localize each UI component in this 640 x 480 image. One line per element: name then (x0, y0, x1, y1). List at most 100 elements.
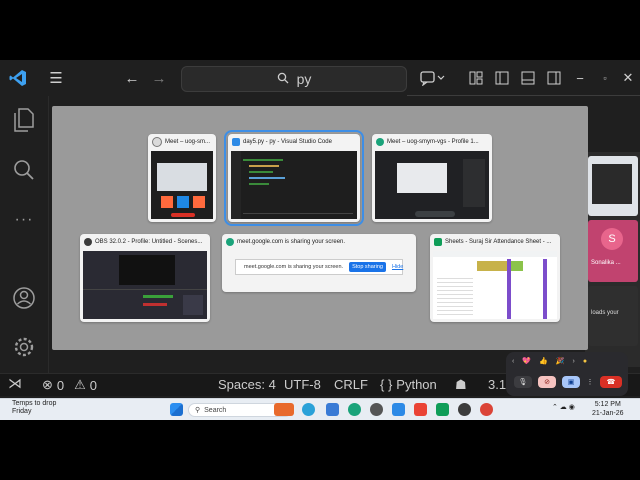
edge-icon[interactable] (348, 403, 361, 416)
card-title: Meet – uog-smym-vgs - Profile 1... (372, 134, 492, 150)
clock-date: 21-Jan-26 (592, 410, 624, 417)
indentation-status[interactable]: Spaces: 4 (218, 377, 276, 392)
restore-icon[interactable]: ▫ (595, 68, 615, 88)
back-arrow-icon[interactable]: ← (122, 68, 142, 88)
warning-icon: ⚠ (74, 377, 86, 392)
python-version-status[interactable]: 3.1 (488, 377, 506, 392)
line-ending-status[interactable]: CRLF (334, 377, 368, 392)
participant-name: Sonalika ... (591, 260, 621, 266)
customize-layout-icon[interactable] (466, 68, 486, 88)
account-icon[interactable] (10, 284, 38, 312)
chatgpt-icon[interactable] (370, 403, 383, 416)
command-center-search[interactable]: py (181, 66, 407, 92)
share-message: meet.google.com is sharing your screen. (244, 264, 344, 270)
party-reaction-icon[interactable]: 🎉 (556, 357, 565, 365)
error-icon: ⊗ (42, 377, 53, 392)
menu-icon[interactable]: ☰ (46, 68, 66, 88)
encoding-status[interactable]: UTF-8 (284, 377, 321, 392)
obs-app-icon (84, 238, 92, 246)
weather-widget[interactable]: Temps to drop Friday (12, 400, 56, 416)
problems-indicator[interactable]: ⊗ 0 ⚠ 0 (42, 377, 97, 393)
thumbs-up-reaction-icon[interactable]: 👍 (539, 357, 548, 365)
file-explorer-icon[interactable] (326, 403, 339, 416)
gmail-icon[interactable] (414, 403, 427, 416)
card-title: day5.py - py - Visual Studio Code (228, 134, 360, 150)
switcher-window-sharing-bar[interactable]: meet.google.com is sharing your screen. … (222, 234, 416, 292)
copilot-status-icon[interactable]: ☗ (455, 377, 467, 393)
stop-sharing-button[interactable]: Stop sharing (349, 262, 386, 272)
edge-app-icon (226, 238, 234, 246)
tab-strip-border (407, 95, 640, 96)
vscode-titlebar: ☰ ← → py − ▫ ✕ (0, 60, 640, 96)
weather-line2: Friday (12, 408, 32, 415)
meet-sidepanel: S Sonalika ... loads your (585, 152, 640, 367)
window-thumbnail (151, 151, 213, 219)
obs-icon[interactable] (458, 403, 471, 416)
end-call-icon[interactable]: ☎ (600, 376, 622, 388)
error-count: 0 (56, 377, 65, 393)
close-icon[interactable]: ✕ (618, 68, 638, 88)
taskbar-clock[interactable]: 5:12 PM 21-Jan-26 (592, 400, 624, 418)
switcher-window-sheets[interactable]: Sheets - Suraj Sir Attendance Sheet - ..… (430, 234, 560, 322)
search-highlight-icon (274, 403, 294, 416)
remote-indicator-icon[interactable]: ⋊ (8, 375, 22, 392)
braces-icon: { } (380, 377, 393, 392)
hide-link[interactable]: Hide (392, 264, 403, 270)
sheets-taskbar-icon[interactable] (436, 403, 449, 416)
more-views-icon[interactable]: ··· (10, 206, 38, 234)
language-mode-status[interactable]: { } Python (380, 377, 437, 392)
start-windows-icon[interactable] (170, 403, 183, 416)
microphone-icon[interactable]: 🎙 (514, 376, 532, 388)
desktop-screen: ☰ ← → py − ▫ ✕ ··· S Sonalika ... loads … (0, 60, 640, 420)
reaction-bar[interactable]: ‹ 💖 👍 🎉 › ● (512, 355, 622, 367)
share-bar: meet.google.com is sharing your screen. … (235, 259, 403, 275)
search-icon (277, 71, 289, 87)
toggle-panel-icon[interactable] (518, 68, 538, 88)
windows-taskbar: Temps to drop Friday ⚲ Search ⌃ ☁ ◉ 5:12… (0, 398, 640, 420)
explorer-icon[interactable] (10, 106, 38, 134)
raise-hand-icon[interactable]: ● (583, 358, 587, 365)
heart-reaction-icon[interactable]: 💖 (522, 357, 531, 365)
language-label: Python (396, 377, 437, 392)
meet-screen-preview (588, 156, 638, 216)
caption-tile: loads your (588, 286, 638, 346)
window-thumbnail (83, 251, 207, 319)
card-title: OBS 32.0.2 - Profile: Untitled - Scenes.… (80, 234, 210, 250)
forward-arrow-icon[interactable]: → (149, 68, 169, 88)
search-text: py (296, 71, 312, 87)
search-sidebar-icon[interactable] (10, 156, 38, 184)
weather-line1: Temps to drop (12, 400, 57, 407)
switcher-window-meet-profile[interactable]: Meet – uog-smym-vgs - Profile 1... (372, 134, 492, 222)
card-title: meet.google.com is sharing your screen. (222, 234, 416, 250)
caption-text: loads your (591, 310, 619, 316)
chevron-right-icon[interactable]: › (573, 358, 575, 365)
copilot-chat-icon[interactable] (418, 68, 448, 88)
switcher-window-obs[interactable]: OBS 32.0.2 - Profile: Untitled - Scenes.… (80, 234, 210, 322)
chrome-icon[interactable] (480, 403, 493, 416)
settings-gear-icon[interactable] (10, 333, 38, 361)
window-thumbnail (433, 251, 557, 319)
minimize-icon[interactable]: − (570, 68, 590, 88)
window-thumbnail: meet.google.com is sharing your screen. … (225, 251, 413, 289)
telegram-icon[interactable] (302, 403, 315, 416)
more-options-icon[interactable]: ⋮ (586, 376, 594, 388)
present-screen-icon[interactable]: ▣ (562, 376, 580, 388)
camera-off-icon[interactable]: ⊘ (538, 376, 556, 388)
window-thumbnail (231, 151, 357, 219)
participant-tile: S Sonalika ... (588, 220, 638, 282)
toggle-primary-sidebar-icon[interactable] (492, 68, 512, 88)
participant-avatar: S (601, 228, 623, 250)
edge-app-icon (376, 138, 384, 146)
taskbar-search-placeholder: Search (204, 406, 227, 414)
taskbar-search-icon: ⚲ (195, 407, 201, 414)
system-tray-icons[interactable]: ⌃ ☁ ◉ (552, 403, 582, 416)
card-title: Meet – uog-sm... (148, 134, 216, 150)
warning-count: 0 (89, 377, 98, 393)
sheets-app-icon (434, 238, 442, 246)
vscode-app-icon (232, 138, 240, 146)
toggle-secondary-sidebar-icon[interactable] (544, 68, 564, 88)
vscode-taskbar-icon[interactable] (392, 403, 405, 416)
switcher-window-vscode[interactable]: day5.py - py - Visual Studio Code (224, 130, 364, 226)
switcher-window-meet-small[interactable]: Meet – uog-sm... (148, 134, 216, 222)
chevron-left-icon[interactable]: ‹ (512, 358, 514, 365)
